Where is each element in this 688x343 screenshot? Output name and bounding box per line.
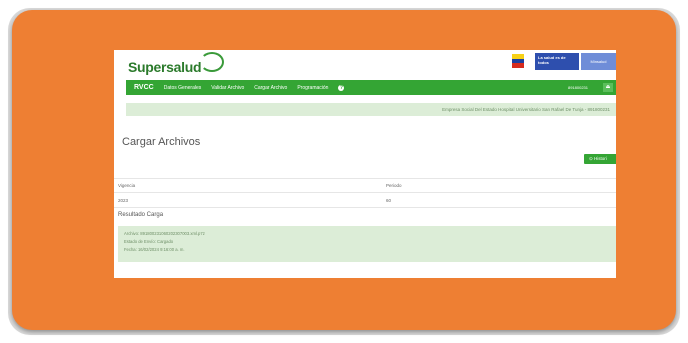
help-icon[interactable]: ? — [338, 84, 345, 91]
entity-banner: Empresa Social Del Estado Hospital Unive… — [126, 103, 616, 116]
history-button[interactable]: ⊙ Histori — [584, 154, 616, 164]
nav-item-datos-generales[interactable]: Datos Generales — [164, 85, 202, 91]
history-button-label: Histori — [594, 156, 607, 161]
vigencia-label: Vigencia — [118, 183, 136, 188]
divider — [114, 207, 616, 208]
page-title: Cargar Archivos — [122, 136, 201, 148]
nav-brand[interactable]: RVCC — [134, 84, 154, 91]
vigencia-value: 2023 — [118, 198, 129, 203]
logo-swirl-icon — [200, 52, 224, 72]
nav-user-id: 891800231 — [567, 85, 588, 90]
divider — [114, 178, 616, 179]
periodo-value: 60 — [386, 198, 392, 203]
nav-item-programacion[interactable]: Programación — [297, 85, 328, 91]
result-box: Archivo: 891800231060202307003.xml.p7z E… — [118, 226, 616, 262]
minsalud-link[interactable]: Minsalud — [581, 53, 616, 70]
nav-item-validar-archivo[interactable]: Validar Archivo — [211, 85, 244, 91]
supersalud-logo: Supersalud — [128, 59, 202, 75]
nav-item-cargar-archivo[interactable]: Cargar Archivo — [254, 85, 287, 91]
main-navbar: RVCC Datos Generales Validar Archivo Car… — [126, 80, 616, 95]
embedded-screenshot: Supersalud La salud es de todos Minsalud… — [114, 50, 616, 278]
result-status: Estado de Envío: Cargado — [124, 239, 174, 244]
result-date: Fecha: 16/02/2024 9:16:00 a. m. — [124, 247, 185, 252]
logout-icon[interactable]: ⏏ — [603, 83, 613, 92]
result-file: Archivo: 891800231060202307003.xml.p7z — [124, 231, 205, 236]
divider — [114, 192, 616, 193]
periodo-label: Periodo — [386, 183, 402, 188]
gov-badge[interactable]: La salud es de todos — [535, 53, 579, 70]
colombia-flag-icon — [512, 54, 524, 69]
result-title: Resultado Carga — [118, 212, 164, 218]
